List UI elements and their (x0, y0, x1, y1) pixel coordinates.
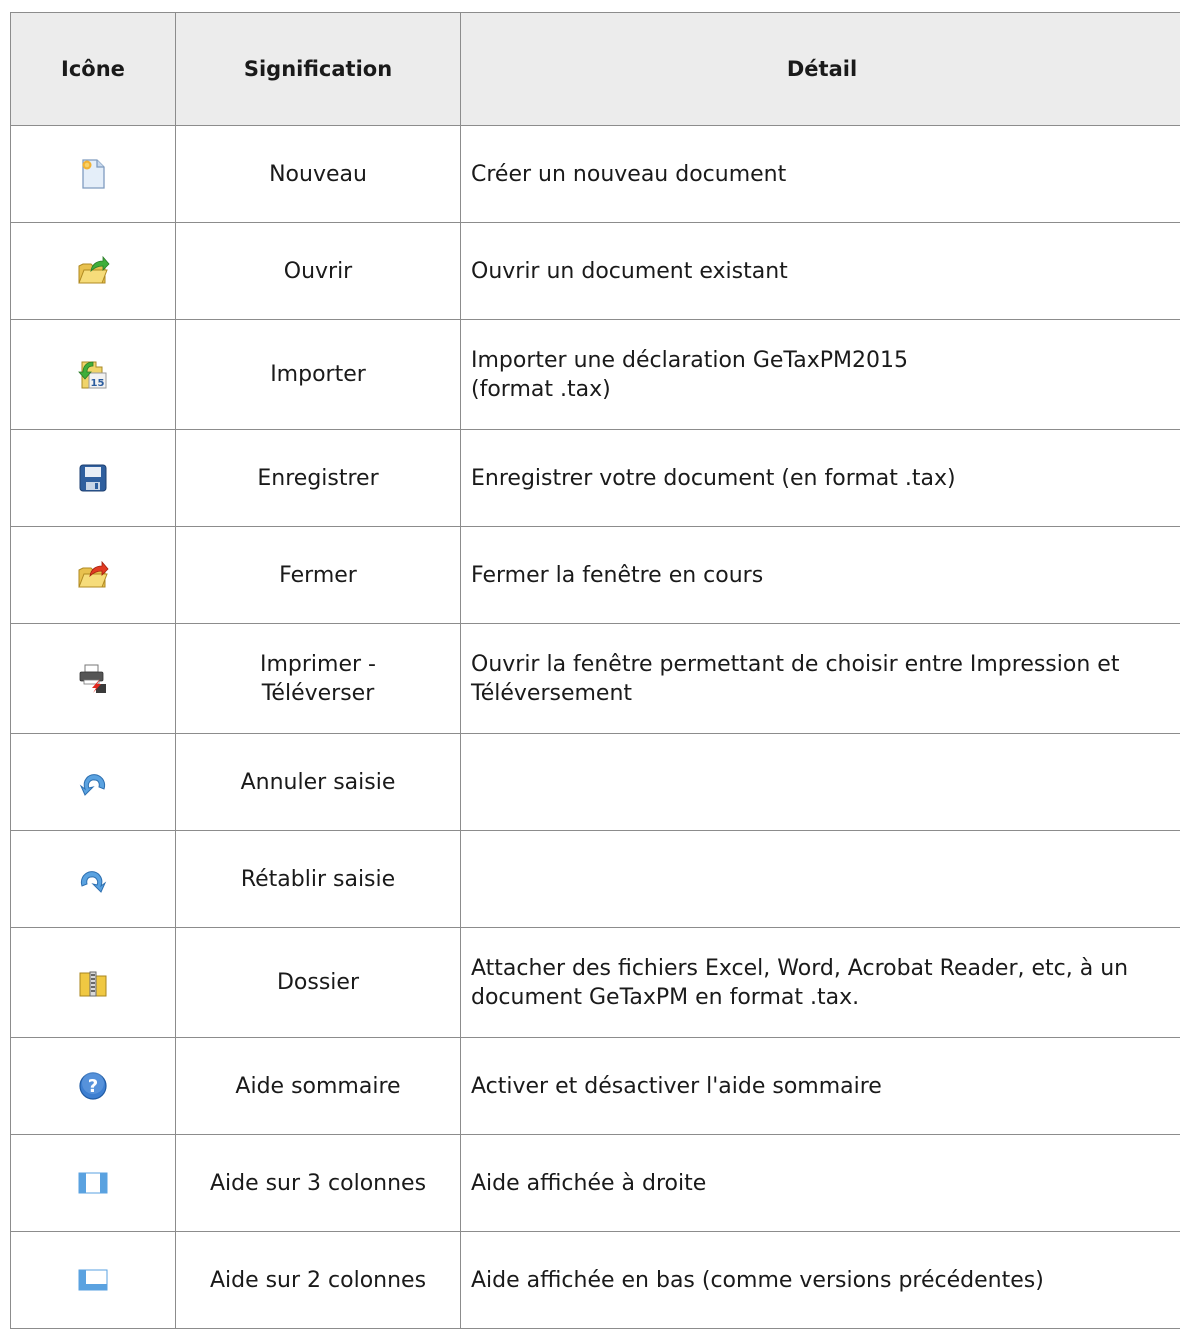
signification-cell: Aide sur 2 colonnes (176, 1232, 461, 1329)
detail-cell: Aide affichée à droite (461, 1135, 1180, 1232)
icon-cell (11, 831, 176, 928)
svg-text:15: 15 (91, 378, 105, 389)
signification-cell: Rétablir saisie (176, 831, 461, 928)
signification-text: Nouveau (186, 160, 450, 189)
icon-cell (11, 734, 176, 831)
help-icon: ? (76, 1069, 110, 1103)
close-folder-icon (76, 558, 110, 592)
signification-text: Enregistrer (186, 464, 450, 493)
signification-cell: Nouveau (176, 126, 461, 223)
signification-text: Aide sur 2 colonnes (186, 1266, 450, 1295)
icon-reference-table: Icône Signification Détail Nouveau Créer … (10, 12, 1180, 1329)
detail-cell: Importer une déclaration GeTaxPM2015(for… (461, 320, 1180, 430)
detail-cell: Ouvrir la fenêtre permettant de choisir … (461, 624, 1180, 734)
detail-text: (format .tax) (471, 375, 1173, 404)
table-row: Fermer Fermer la fenêtre en cours (11, 527, 1180, 624)
save-icon (76, 461, 110, 495)
signification-cell: Fermer (176, 527, 461, 624)
print-upload-icon (76, 662, 110, 696)
detail-text: document GeTaxPM en format .tax. (471, 983, 1173, 1012)
signification-text: Ouvrir (186, 257, 450, 286)
icon-cell (11, 527, 176, 624)
detail-text: Importer une déclaration GeTaxPM2015 (471, 346, 1173, 375)
table-row: Dossier Attacher des fichiers Excel, Word… (11, 928, 1180, 1038)
header-icon: Icône (11, 13, 176, 126)
detail-text: Attacher des fichiers Excel, Word, Acrob… (471, 954, 1173, 983)
detail-text: Ouvrir la fenêtre permettant de choisir … (471, 650, 1173, 679)
open-folder-icon (76, 254, 110, 288)
signification-text: Importer (186, 360, 450, 389)
signification-cell: Imprimer -Téléverser (176, 624, 461, 734)
detail-text: Fermer la fenêtre en cours (471, 561, 1173, 590)
detail-text: Aide affichée à droite (471, 1169, 1173, 1198)
signification-cell: Aide sur 3 colonnes (176, 1135, 461, 1232)
table-row: ? Aide sommaire Activer et désactiver l'ai… (11, 1038, 1180, 1135)
import-icon: 15 (76, 358, 110, 392)
detail-cell: Fermer la fenêtre en cours (461, 527, 1180, 624)
icon-cell (11, 1232, 176, 1329)
icon-cell (11, 126, 176, 223)
detail-text: Enregistrer votre document (en format .t… (471, 464, 1173, 493)
two-columns-icon (76, 1263, 110, 1297)
table-row: Annuler saisie (11, 734, 1180, 831)
icon-cell (11, 624, 176, 734)
signification-cell: Importer (176, 320, 461, 430)
detail-cell: Ouvrir un document existant (461, 223, 1180, 320)
icon-cell (11, 928, 176, 1038)
detail-text: Téléversement (471, 679, 1173, 708)
signification-text: Rétablir saisie (186, 865, 450, 894)
new-document-icon (76, 157, 110, 191)
table-row: Enregistrer Enregistrer votre document (e… (11, 430, 1180, 527)
detail-cell: Attacher des fichiers Excel, Word, Acrob… (461, 928, 1180, 1038)
signification-text: Dossier (186, 968, 450, 997)
signification-text: Téléverser (186, 679, 450, 708)
icon-cell (11, 1135, 176, 1232)
three-columns-icon (76, 1166, 110, 1200)
detail-text: Activer et désactiver l'aide sommaire (471, 1072, 1173, 1101)
signification-cell: Annuler saisie (176, 734, 461, 831)
detail-text: Ouvrir un document existant (471, 257, 1173, 286)
svg-text:?: ? (88, 1076, 98, 1097)
icon-cell (11, 223, 176, 320)
detail-cell (461, 734, 1180, 831)
table-row: 15 Importer Importer une déclaration GeTax… (11, 320, 1180, 430)
table-row: Aide sur 2 colonnes Aide affichée en bas … (11, 1232, 1180, 1329)
detail-cell: Créer un nouveau document (461, 126, 1180, 223)
signification-text: Aide sur 3 colonnes (186, 1169, 450, 1198)
signification-text: Imprimer - (186, 650, 450, 679)
detail-cell: Aide affichée en bas (comme versions pré… (461, 1232, 1180, 1329)
signification-cell: Enregistrer (176, 430, 461, 527)
signification-text: Annuler saisie (186, 768, 450, 797)
detail-cell: Activer et désactiver l'aide sommaire (461, 1038, 1180, 1135)
table-row: Rétablir saisie (11, 831, 1180, 928)
detail-text: Aide affichée en bas (comme versions pré… (471, 1266, 1173, 1295)
signification-text: Aide sommaire (186, 1072, 450, 1101)
signification-text: Fermer (186, 561, 450, 590)
header-detail: Détail (461, 13, 1180, 126)
detail-cell (461, 831, 1180, 928)
icon-cell: ? (11, 1038, 176, 1135)
redo-icon (76, 862, 110, 896)
table-row: Imprimer -Téléverser Ouvrir la fenêtre pe… (11, 624, 1180, 734)
header-row: Icône Signification Détail (11, 13, 1180, 126)
detail-cell: Enregistrer votre document (en format .t… (461, 430, 1180, 527)
table-row: Aide sur 3 colonnes Aide affichée à droit… (11, 1135, 1180, 1232)
zip-folder-icon (76, 966, 110, 1000)
signification-cell: Aide sommaire (176, 1038, 461, 1135)
icon-cell: 15 (11, 320, 176, 430)
undo-icon (76, 765, 110, 799)
icon-cell (11, 430, 176, 527)
header-signification: Signification (176, 13, 461, 126)
table-row: Ouvrir Ouvrir un document existant (11, 223, 1180, 320)
detail-text: Créer un nouveau document (471, 160, 1173, 189)
signification-cell: Ouvrir (176, 223, 461, 320)
signification-cell: Dossier (176, 928, 461, 1038)
table-row: Nouveau Créer un nouveau document (11, 126, 1180, 223)
